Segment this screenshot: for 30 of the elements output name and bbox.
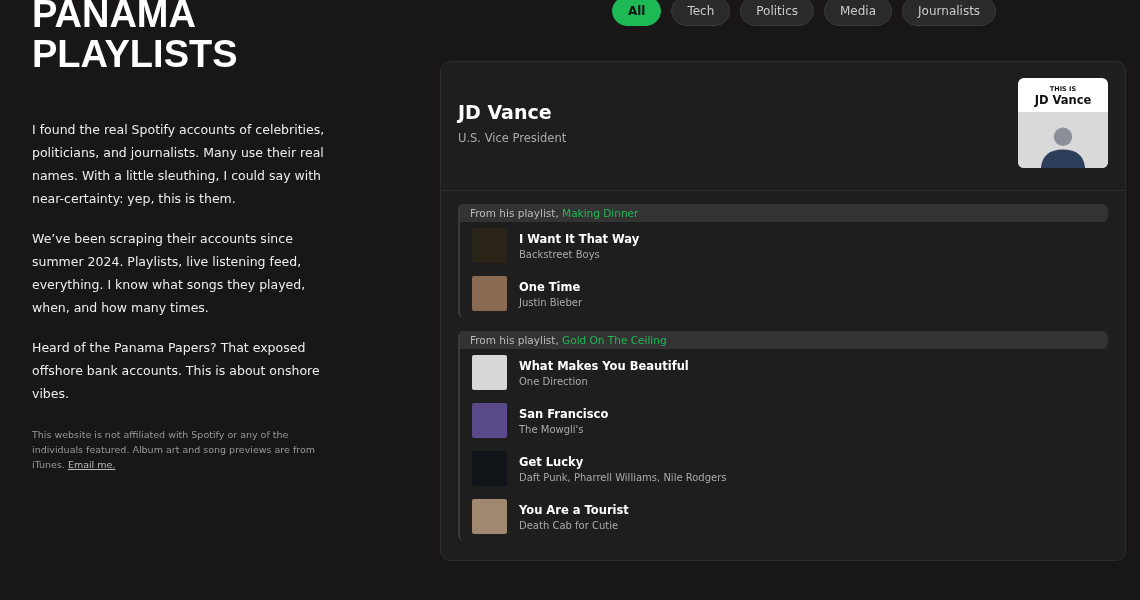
track-artist: Backstreet Boys xyxy=(519,248,601,260)
filter-tab[interactable]: Politics xyxy=(740,0,814,26)
track-title[interactable]: You Are a Tourist xyxy=(519,502,629,517)
track-artist: Justin Bieber xyxy=(519,296,583,308)
disclaimer-text: This website is not affiliated with Spotify or any of the individuals featured. Album art and song previews are from iTunes. Email me. xyxy=(32,428,316,472)
profile-role: U.S. Vice President xyxy=(458,131,567,145)
site-title: PANAMA PLAYLISTS xyxy=(32,0,238,74)
filter-tab[interactable]: Tech xyxy=(671,0,731,26)
track-title[interactable]: I Want It That Way xyxy=(519,231,640,246)
intro-paragraph: We’ve been scraping their accounts since summer 2024. Playlists, live listening feed, everything. I know what songs they played, when, and how many times. xyxy=(32,230,307,317)
filter-tab[interactable]: All xyxy=(611,0,662,26)
track-artist: One Direction xyxy=(519,375,589,387)
profile-name: JD Vance xyxy=(458,101,553,123)
intro-paragraph: Heard of the Panama Papers? That exposed offshore bank accounts. This is about onshore vibes. xyxy=(32,339,321,403)
playlist-prefix: From his playlist, xyxy=(470,207,559,219)
playlist-prefix: From his playlist, xyxy=(470,334,559,346)
playlist-link[interactable]: Gold On The Ceiling xyxy=(562,334,667,346)
track-artist: The Mowgli's xyxy=(519,423,585,435)
filter-tab[interactable]: Media xyxy=(824,0,893,26)
filter-tab[interactable]: Journalists xyxy=(902,0,997,26)
cover-name: JD Vance xyxy=(1034,93,1092,107)
track-title[interactable]: What Makes You Beautiful xyxy=(519,358,689,373)
email-link[interactable]: Email me. xyxy=(67,459,116,470)
track-title[interactable]: One Time xyxy=(519,279,583,294)
track-artist: Daft Punk, Pharrell Williams, Nile Rodgers xyxy=(519,471,727,483)
track-artist: Death Cab for Cutie xyxy=(519,519,620,531)
intro-paragraph: I found the real Spotify accounts of celebrities, politicians, and journalists. Many use their real names. With a little sleuthing, I could say with near-certainty: yep, this is them. xyxy=(32,121,326,208)
track-title[interactable]: San Francisco xyxy=(519,406,609,421)
track-title[interactable]: Get Lucky xyxy=(519,454,727,469)
playlist-link[interactable]: Making Dinner xyxy=(562,207,639,219)
